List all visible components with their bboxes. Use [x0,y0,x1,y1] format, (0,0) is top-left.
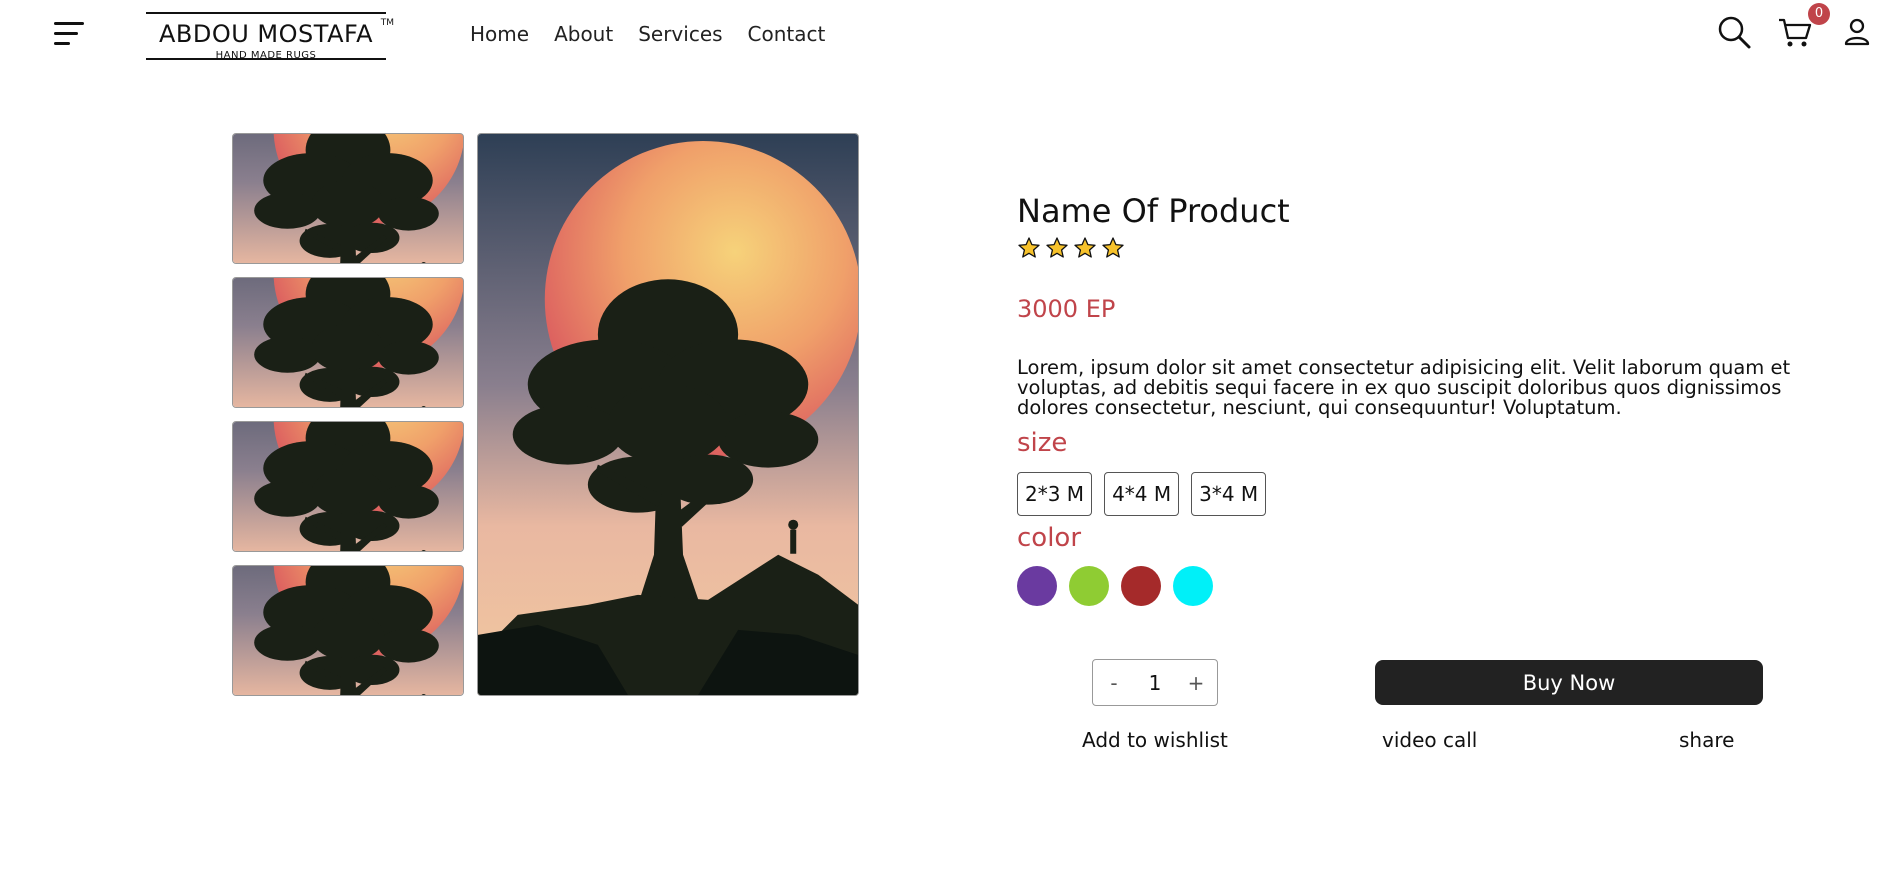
quantity-increase-button[interactable]: + [1187,671,1205,695]
main-nav: Home About Services Contact [470,22,825,46]
size-option[interactable]: 4*4 M [1104,472,1180,516]
size-option[interactable]: 3*4 M [1191,472,1267,516]
site-header: ABDOU MOSTAFA TM HAND MADE RUGS Home Abo… [0,0,1890,70]
color-label: color [1017,523,1082,553]
product-thumbnail[interactable] [232,421,464,552]
product-main-image [477,133,859,696]
logo-brand: ABDOU MOSTAFA [158,20,373,48]
color-options [1017,566,1213,606]
product-title: Name Of Product [1017,192,1290,230]
quantity-input[interactable] [1135,670,1175,695]
buy-now-button[interactable]: Buy Now [1375,660,1763,705]
user-icon[interactable] [1839,14,1875,50]
size-option[interactable]: 2*3 M [1017,472,1093,516]
color-swatch-purple[interactable] [1017,566,1057,606]
product-thumbnail[interactable] [232,133,464,264]
nav-contact[interactable]: Contact [748,22,826,46]
menu-icon[interactable] [54,22,86,48]
size-options: 2*3 M 4*4 M 3*4 M [1017,472,1267,516]
product-thumbnail[interactable] [232,565,464,696]
product-rating [1017,236,1125,260]
nav-home[interactable]: Home [470,22,529,46]
quantity-stepper: - + [1092,659,1218,706]
star-icon [1018,237,1040,258]
nav-services[interactable]: Services [638,22,722,46]
video-call-link[interactable]: video call [1382,728,1477,752]
star-icon [1074,237,1096,258]
color-swatch-green[interactable] [1069,566,1109,606]
add-to-wishlist-link[interactable]: Add to wishlist [1082,728,1228,752]
nav-about[interactable]: About [554,22,613,46]
star-icon [1046,237,1068,258]
logo[interactable]: ABDOU MOSTAFA TM HAND MADE RUGS [146,12,394,62]
search-icon[interactable] [1716,14,1752,50]
size-label: size [1017,428,1068,458]
product-description: Lorem, ipsum dolor sit amet consectetur … [1017,356,1791,419]
product-price: 3000 EP [1017,295,1116,323]
color-swatch-cyan[interactable] [1173,566,1213,606]
color-swatch-red[interactable] [1121,566,1161,606]
logo-trademark: TM [380,18,394,28]
product-thumbnail[interactable] [232,277,464,408]
cart-count-badge: 0 [1808,3,1830,25]
share-link[interactable]: share [1679,728,1734,752]
quantity-decrease-button[interactable]: - [1105,671,1123,695]
cart-icon[interactable] [1777,14,1813,50]
star-icon [1102,237,1124,258]
